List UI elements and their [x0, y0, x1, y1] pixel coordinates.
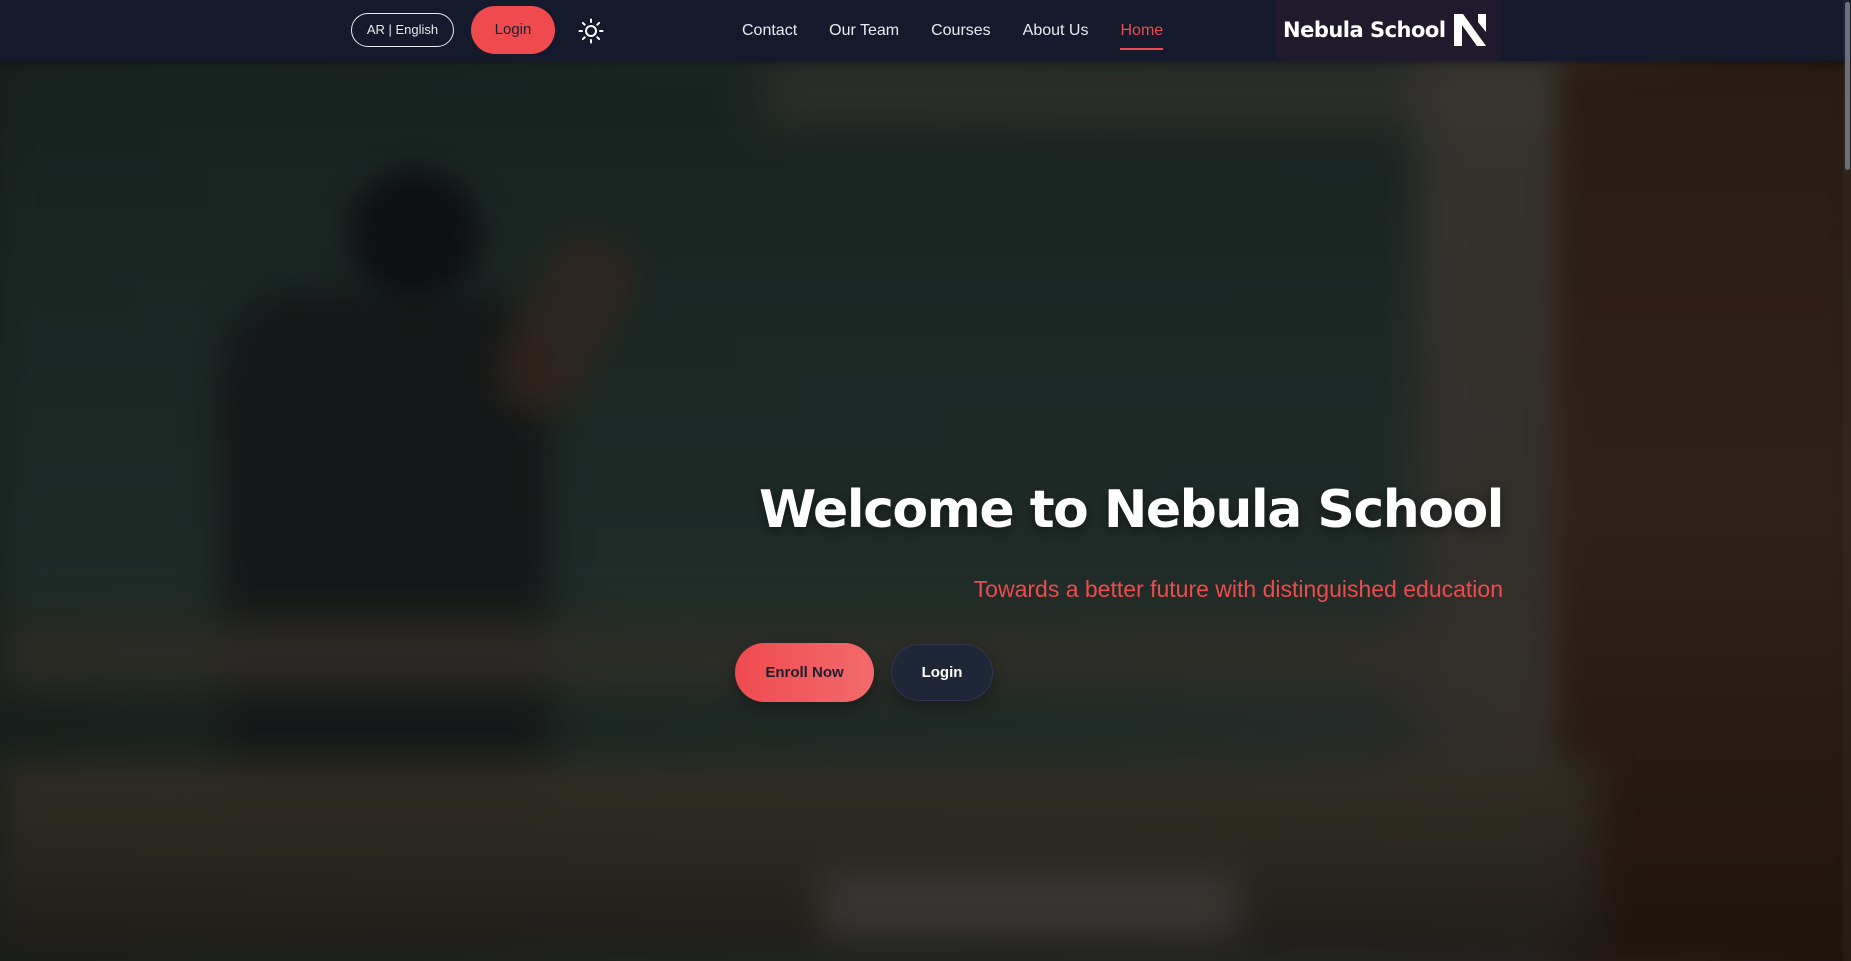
- brand[interactable]: Nebula School: [1276, 0, 1502, 61]
- brand-name: Nebula School: [1283, 18, 1446, 42]
- page: AR | English Login Contact Our Team Cour…: [0, 0, 1851, 961]
- nav-login-button[interactable]: Login: [471, 6, 555, 54]
- nav-link-about-us[interactable]: About Us: [1023, 0, 1089, 61]
- main-nav: Contact Our Team Courses About Us Home: [742, 0, 1163, 61]
- page-scrollbar[interactable]: [1843, 0, 1851, 961]
- scrollbar-thumb[interactable]: [1845, 2, 1850, 170]
- nav-link-contact[interactable]: Contact: [742, 0, 797, 61]
- sun-icon[interactable]: [578, 18, 604, 44]
- nav-link-home[interactable]: Home: [1120, 0, 1163, 61]
- navbar: AR | English Login Contact Our Team Cour…: [0, 0, 1851, 61]
- hero-subtitle: Towards a better future with distinguish…: [973, 576, 1503, 602]
- nebula-logo-icon: [1450, 10, 1490, 50]
- nav-link-courses[interactable]: Courses: [931, 0, 991, 61]
- hero-login-button[interactable]: Login: [891, 644, 993, 701]
- enroll-now-button[interactable]: Enroll Now: [735, 643, 874, 702]
- hero-title: Welcome to Nebula School: [759, 480, 1505, 540]
- language-toggle-button[interactable]: AR | English: [351, 13, 454, 47]
- nav-link-our-team[interactable]: Our Team: [829, 0, 899, 61]
